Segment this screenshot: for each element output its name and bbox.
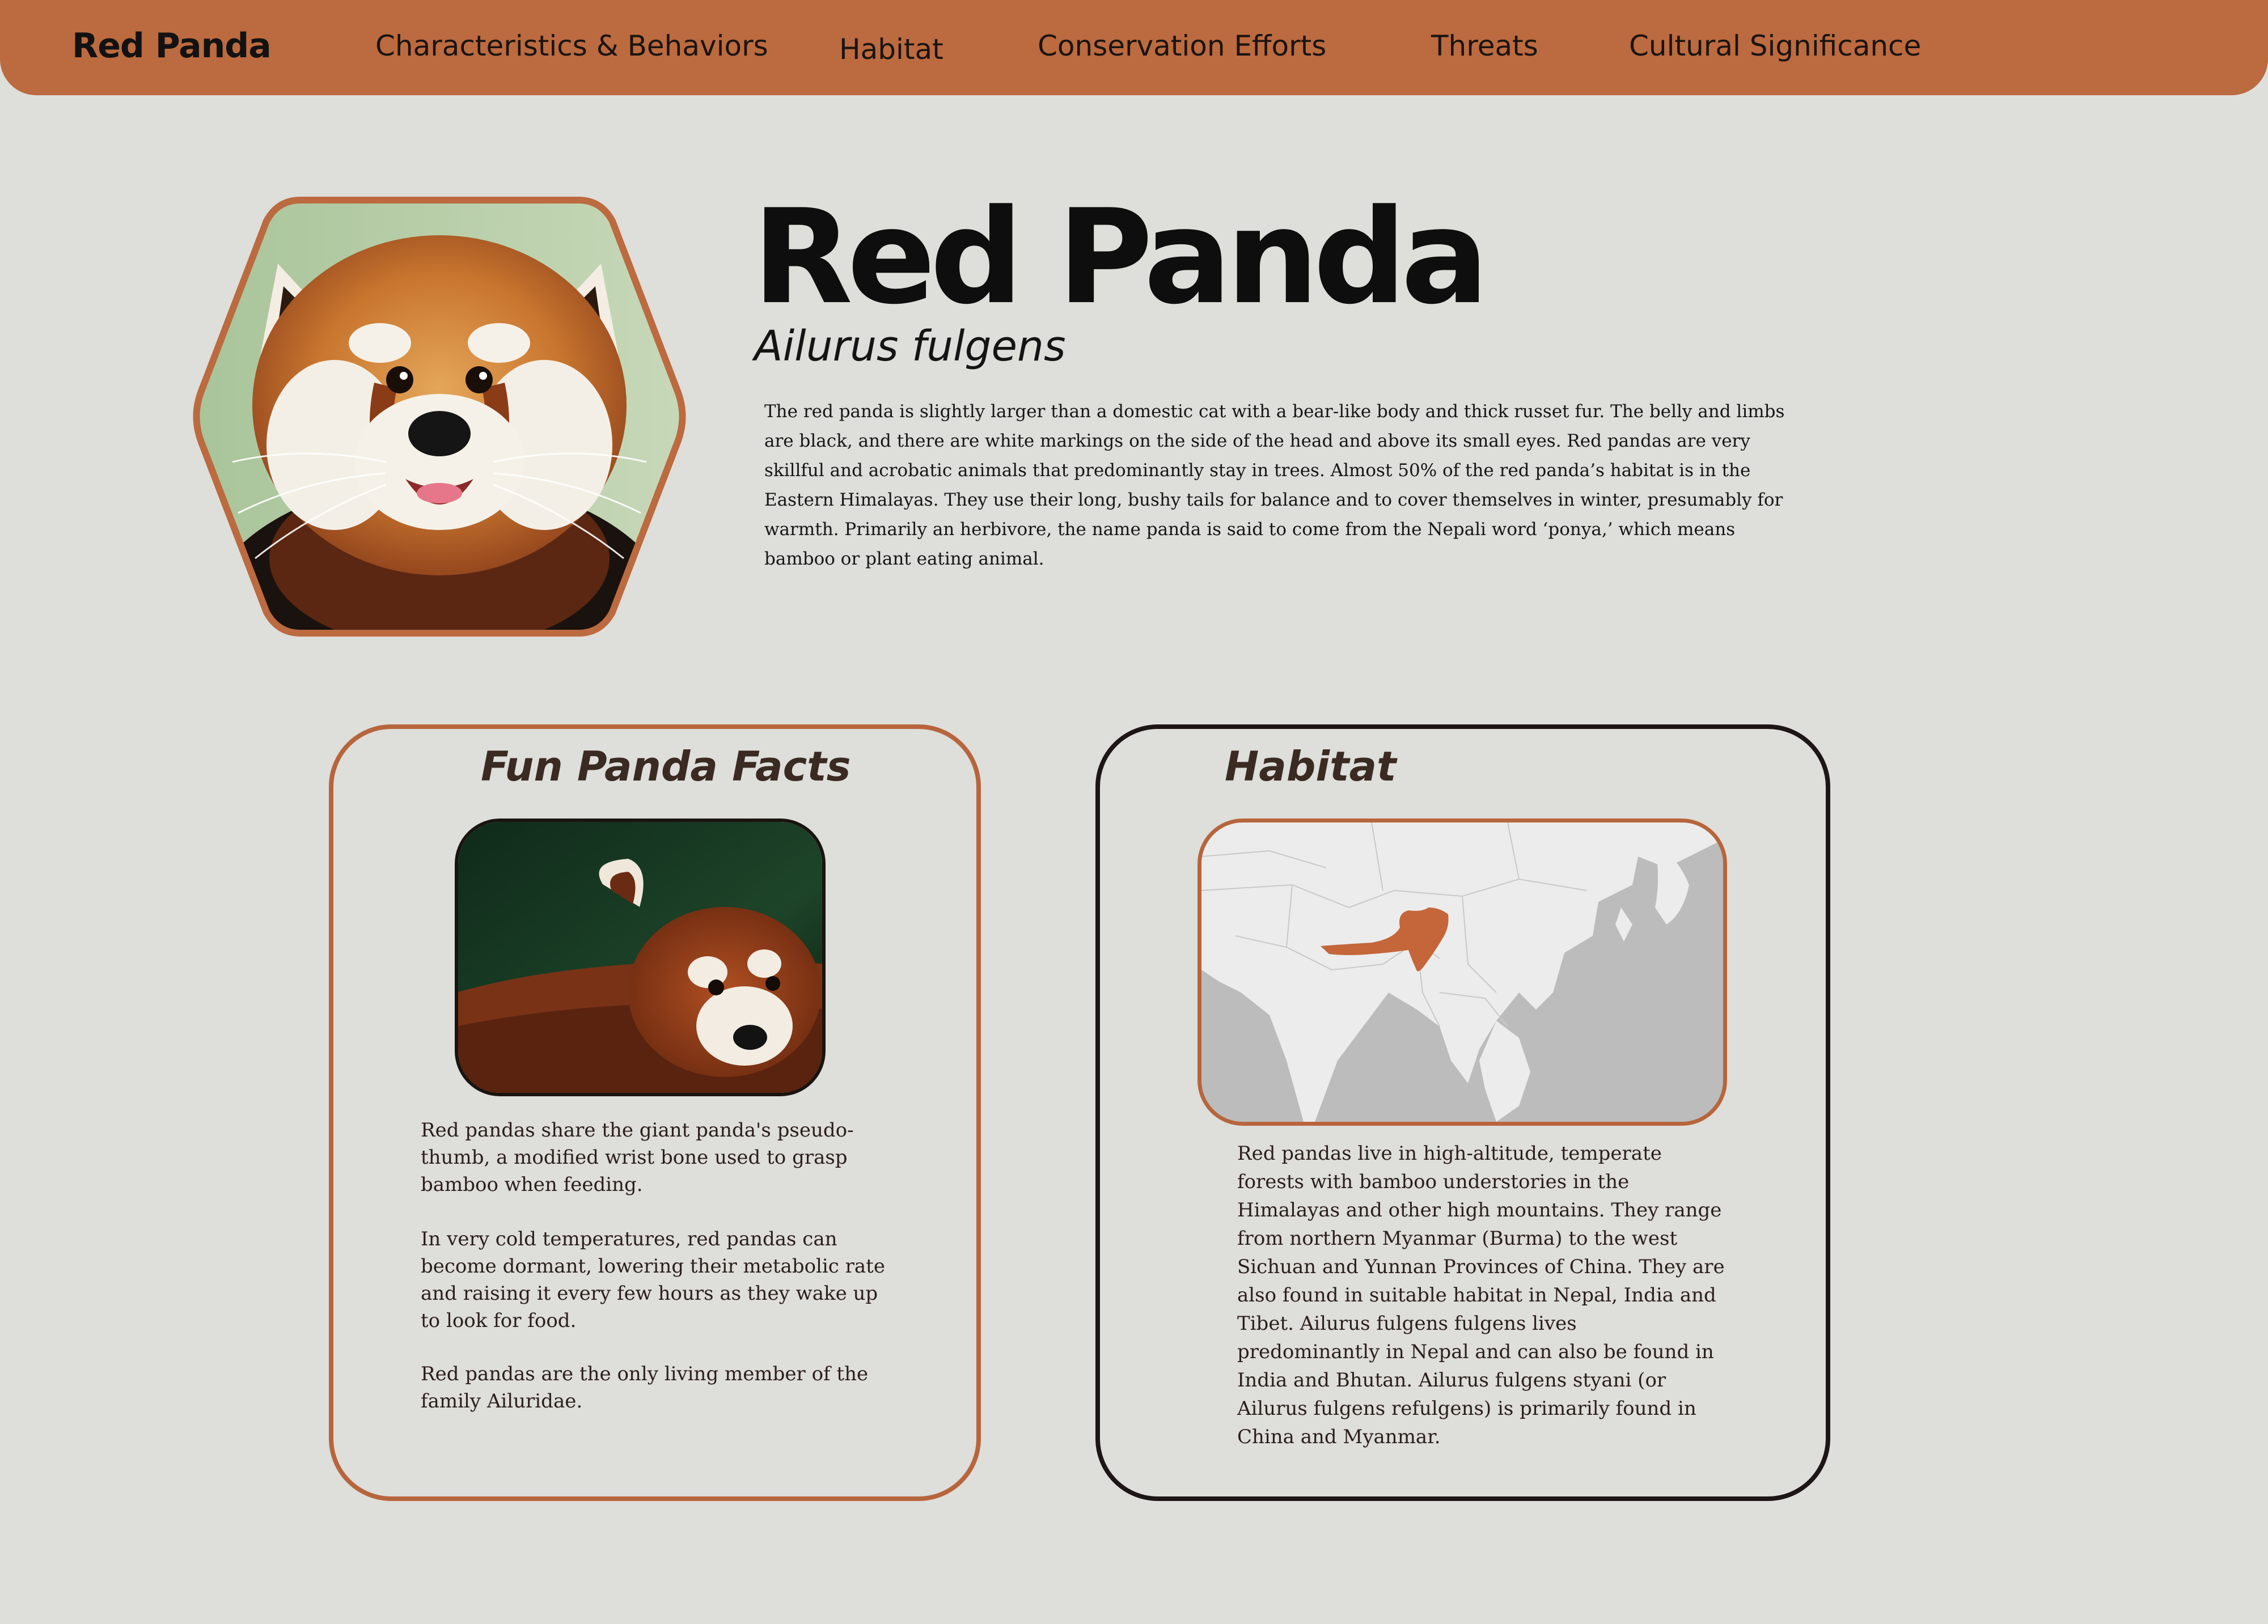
nav-link-threats[interactable]: Threats [1431,29,1538,62]
habitat-title: Habitat [1225,743,1397,790]
fact-item: Red pandas are the only living member of… [421,1363,869,1413]
panda-closeup-photo [455,819,826,1096]
intro-paragraph: The red panda is slightly larger than a … [764,401,1785,569]
habitat-range-map [1198,819,1727,1126]
nav-link-cultural[interactable]: Cultural Significance [1629,29,1921,62]
fact-item: Red pandas share the giant panda's pseud… [421,1119,854,1196]
fact-item: In very cold temperatures, red pandas ca… [421,1228,885,1332]
nav-link-conservation[interactable]: Conservation Efforts [1038,29,1326,62]
hero-panda-photo [193,197,686,637]
fun-facts-title: Fun Panda Facts [481,743,851,790]
top-navigation-bar: Red Panda Characteristics & Behaviors Ha… [0,0,2268,95]
scientific-name: Ailurus fulgens [754,322,1066,371]
nav-brand-logo[interactable]: Red Panda [72,26,272,66]
nav-link-characteristics[interactable]: Characteristics & Behaviors [375,29,768,62]
habitat-description: Red pandas live in high-altitude, temper… [1237,1142,1725,1448]
page-title: Red Panda [752,182,1489,333]
nav-link-habitat[interactable]: Habitat [839,33,943,66]
